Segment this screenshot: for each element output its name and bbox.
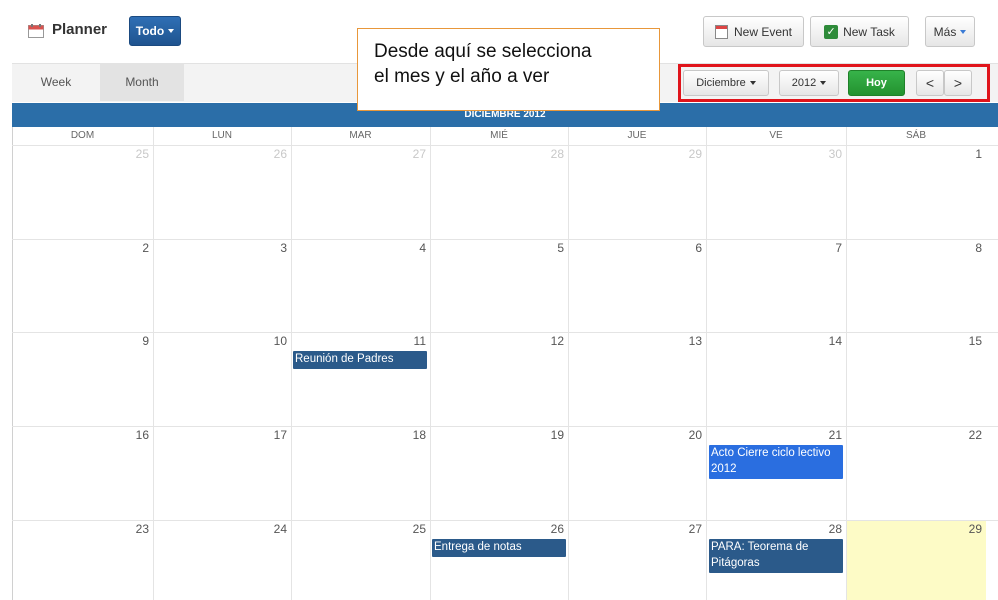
weekday-header: VE [769, 130, 783, 141]
day-number[interactable]: 18 [386, 428, 426, 442]
day-number[interactable]: 22 [942, 428, 982, 442]
day-number[interactable]: 29 [942, 522, 982, 536]
calendar-event[interactable]: Reunión de Padres [293, 351, 427, 369]
day-number[interactable]: 14 [802, 334, 842, 348]
tab-week[interactable]: Week [12, 63, 100, 101]
day-number[interactable]: 5 [524, 241, 564, 255]
grid-divider [153, 127, 154, 600]
day-number[interactable]: 27 [386, 147, 426, 161]
weekday-header: LUN [211, 130, 232, 141]
app-title: Planner [52, 21, 108, 38]
calendar-left-border [12, 103, 13, 600]
day-number[interactable]: 7 [802, 241, 842, 255]
grid-divider [430, 127, 431, 600]
day-number[interactable]: 1 [942, 147, 982, 161]
new-event-button[interactable]: New Event [703, 16, 804, 47]
day-number[interactable]: 9 [109, 334, 149, 348]
grid-divider [12, 239, 998, 240]
day-number[interactable]: 20 [662, 428, 702, 442]
more-label: Más [933, 24, 957, 39]
day-number[interactable]: 26 [247, 147, 287, 161]
grid-divider [568, 127, 569, 600]
day-number[interactable]: 28 [802, 522, 842, 536]
calendar-event[interactable]: PARA: Teorema de Pitágoras [709, 539, 843, 573]
weekday-header: DOM [70, 130, 95, 141]
annotation-callout: Desde aquí se selecciona el mes y el año… [357, 28, 660, 111]
day-number[interactable]: 15 [942, 334, 982, 348]
day-number[interactable]: 13 [662, 334, 702, 348]
weekday-header: MIÉ [490, 130, 508, 141]
day-number[interactable]: 23 [109, 522, 149, 536]
day-number[interactable]: 26 [524, 522, 564, 536]
day-number[interactable]: 12 [524, 334, 564, 348]
day-number[interactable]: 25 [386, 522, 426, 536]
caret-down-icon [960, 29, 967, 34]
day-number[interactable]: 21 [802, 428, 842, 442]
grid-divider [846, 127, 847, 600]
day-number[interactable]: 8 [942, 241, 982, 255]
day-number[interactable]: 27 [662, 522, 702, 536]
grid-divider [12, 332, 998, 333]
calendar-event[interactable]: Acto Cierre ciclo lectivo 2012 [709, 445, 843, 479]
day-number[interactable]: 24 [247, 522, 287, 536]
calendar-event[interactable]: Entrega de notas [432, 539, 566, 557]
checkbox-icon: ✓ [824, 24, 839, 39]
filter-dropdown-button[interactable]: Todo [129, 16, 181, 46]
day-number[interactable]: 11 [386, 334, 426, 348]
caret-down-icon [168, 29, 175, 33]
callout-line-1: Desde aquí se selecciona [374, 41, 592, 62]
grid-divider [291, 127, 292, 600]
callout-line-2: el mes y el año a ver [374, 66, 550, 87]
weekday-header: MAR [349, 130, 372, 141]
weekday-header: JUE [627, 130, 647, 141]
day-number[interactable]: 10 [247, 334, 287, 348]
day-number[interactable]: 2 [109, 241, 149, 255]
grid-divider [12, 520, 998, 521]
day-number[interactable]: 28 [524, 147, 564, 161]
grid-divider [12, 426, 998, 427]
day-number[interactable]: 4 [386, 241, 426, 255]
filter-label: Todo [135, 24, 165, 38]
calendar-icon [714, 24, 728, 39]
day-number[interactable]: 25 [109, 147, 149, 161]
day-number[interactable]: 6 [662, 241, 702, 255]
new-task-button[interactable]: ✓ New Task [810, 16, 909, 47]
tab-month[interactable]: Month [100, 63, 184, 101]
day-number[interactable]: 17 [247, 428, 287, 442]
weekday-header: SÁB [905, 130, 926, 141]
new-task-label: New Task [843, 24, 895, 39]
new-event-label: New Event [733, 24, 793, 39]
grid-divider [706, 127, 707, 600]
day-number[interactable]: 3 [247, 241, 287, 255]
more-dropdown-button[interactable]: Más [925, 16, 975, 47]
highlight-box [678, 64, 990, 102]
grid-divider [12, 145, 998, 146]
day-number[interactable]: 29 [662, 147, 702, 161]
day-number[interactable]: 19 [524, 428, 564, 442]
day-number[interactable]: 30 [802, 147, 842, 161]
calendar-icon [28, 24, 44, 38]
day-number[interactable]: 16 [109, 428, 149, 442]
